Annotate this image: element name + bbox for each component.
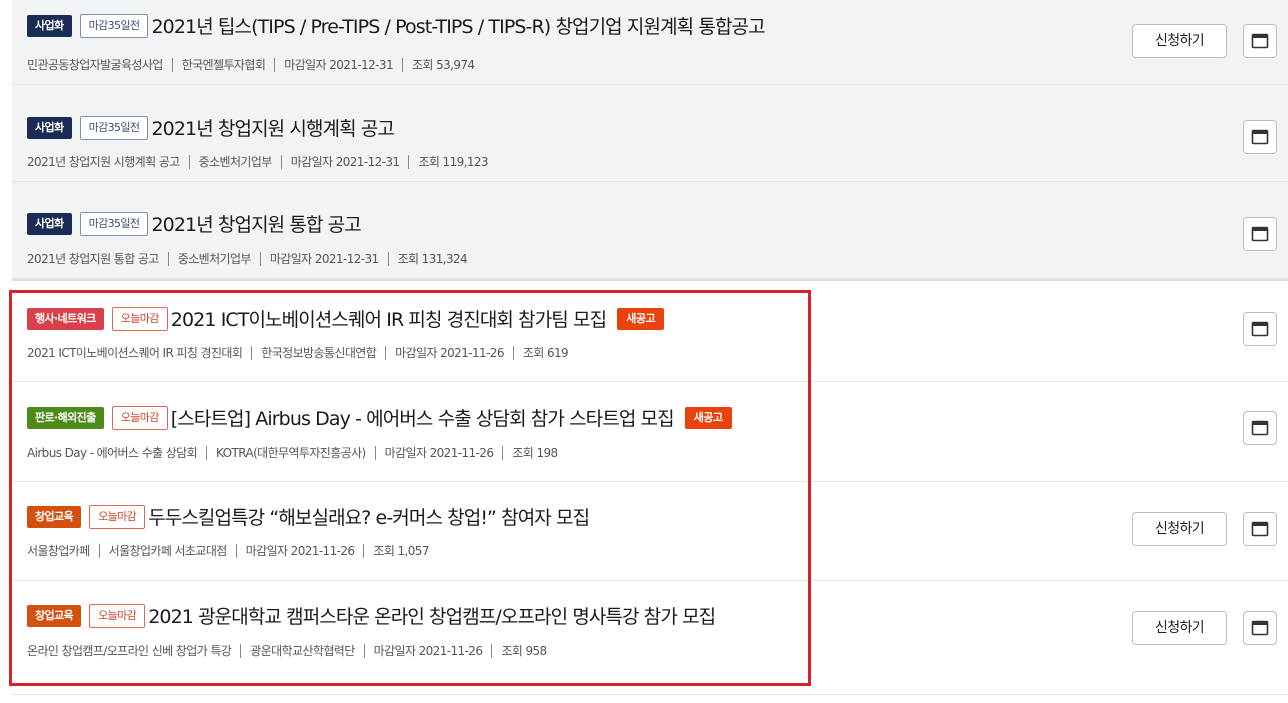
bookmark-window-icon — [1251, 321, 1269, 337]
meta-views: 조회 53,974 — [411, 58, 475, 72]
deadline-badge: 오늘마감 — [111, 306, 168, 331]
meta-divider — [385, 345, 387, 360]
meta-divider — [188, 154, 190, 169]
announcement-title[interactable]: 2021 광운대학교 캠퍼스타운 온라인 창업캠프/오프라인 명사특강 참가 모… — [148, 602, 716, 629]
apply-button[interactable]: 신청하기 — [1132, 611, 1227, 645]
deadline-badge: 오늘마감 — [111, 405, 168, 430]
meta-program: 서울창업카페 — [27, 544, 90, 558]
meta-deadline: 마감일자 2021-11-26 — [373, 644, 483, 658]
meta-divider — [251, 345, 253, 360]
bookmark-window-icon — [1251, 226, 1269, 242]
deadline-badge: 마감35일전 — [79, 13, 149, 38]
list-item[interactable]: 창업교육 오늘마감 2021 광운대학교 캠퍼스타운 온라인 창업캠프/오프라인… — [12, 581, 1288, 695]
meta-program: 2021 ICT이노베이션스퀘어 IR 피칭 경진대회 — [27, 346, 243, 360]
meta-organization: 한국엔젤투자협회 — [181, 58, 266, 72]
save-button[interactable] — [1243, 611, 1277, 645]
meta-deadline: 마감일자 2021-12-31 — [284, 58, 393, 72]
deadline-badge: 마감35일전 — [79, 115, 149, 140]
meta-divider — [274, 57, 276, 72]
meta-views: 조회 198 — [512, 446, 558, 460]
meta-divider — [171, 57, 173, 72]
meta-divider — [408, 154, 410, 169]
bookmark-window-icon — [1251, 33, 1269, 49]
apply-button[interactable]: 신청하기 — [1132, 512, 1227, 546]
meta-organization: 중소벤처기업부 — [198, 155, 273, 169]
meta-divider — [387, 251, 389, 266]
announcement-title[interactable]: 2021년 창업지원 시행계획 공고 — [151, 114, 394, 141]
meta-organization: 중소벤처기업부 — [177, 252, 252, 266]
category-tag: 사업화 — [27, 14, 72, 37]
announcement-title[interactable]: [스타트업] Airbus Day - 에어버스 수출 상담회 참가 스타트업 … — [171, 404, 675, 431]
meta-divider — [374, 445, 376, 460]
meta-divider — [206, 445, 208, 460]
category-tag: 창업교육 — [27, 505, 82, 528]
meta-program: Airbus Day - 에어버스 수출 상담회 — [27, 446, 198, 460]
deadline-badge: 오늘마감 — [89, 504, 146, 529]
meta-deadline: 마감일자 2021-11-26 — [395, 346, 504, 360]
announcement-title[interactable]: 2021년 팁스(TIPS / Pre-TIPS / Post-TIPS / T… — [151, 12, 765, 39]
announcement-title[interactable]: 두두스킬업특강 “해보실래요? e-커머스 창업!” 참여자 모집 — [148, 503, 590, 530]
meta-views: 조회 958 — [501, 644, 547, 658]
meta-deadline: 마감일자 2021-11-26 — [384, 446, 494, 460]
list-item[interactable]: 사업화 마감35일전 2021년 창업지원 시행계획 공고 2021년 창업지원… — [12, 85, 1288, 182]
meta-deadline: 마감일자 2021-12-31 — [269, 252, 379, 266]
meta-deadline: 마감일자 2021-12-31 — [290, 155, 400, 169]
meta-divider — [259, 251, 261, 266]
meta-divider — [98, 543, 100, 558]
new-badge: 새공고 — [617, 307, 665, 330]
meta-divider — [401, 57, 403, 72]
meta-organization: KOTRA(대한무역투자진흥공사) — [216, 446, 366, 460]
meta-divider — [512, 345, 514, 360]
meta-organization: 한국정보방송통신대연합 — [261, 346, 377, 360]
list-item[interactable]: 판로·해외진출 오늘마감 [스타트업] Airbus Day - 에어버스 수출… — [12, 382, 1288, 482]
category-tag: 사업화 — [27, 116, 72, 139]
list-item[interactable]: 행사·네트워크 오늘마감 2021 ICT이노베이션스퀘어 IR 피칭 경진대회… — [12, 281, 1288, 382]
save-button[interactable] — [1243, 512, 1277, 546]
bookmark-window-icon — [1251, 420, 1269, 436]
meta-divider — [502, 445, 504, 460]
meta-divider — [491, 643, 493, 658]
meta-views: 조회 131,324 — [397, 252, 468, 266]
meta-organization: 서울창업카페 서초교대점 — [108, 544, 228, 558]
category-tag: 판로·해외진출 — [27, 406, 104, 429]
announcement-title[interactable]: 2021 ICT이노베이션스퀘어 IR 피칭 경진대회 참가팀 모집 — [171, 305, 607, 332]
apply-button[interactable]: 신청하기 — [1132, 24, 1227, 58]
deadline-badge: 오늘마감 — [89, 603, 146, 628]
save-button[interactable] — [1243, 217, 1277, 251]
category-tag: 창업교육 — [27, 604, 82, 627]
meta-divider — [240, 643, 242, 658]
meta-divider — [235, 543, 237, 558]
meta-views: 조회 119,123 — [418, 155, 488, 169]
meta-divider — [363, 643, 365, 658]
meta-program: 2021년 창업지원 통합 공고 — [27, 252, 159, 266]
list-item[interactable]: 사업화 마감35일전 2021년 팁스(TIPS / Pre-TIPS / Po… — [12, 0, 1288, 85]
category-tag: 사업화 — [27, 212, 72, 235]
meta-program: 온라인 창업캠프/오프라인 신베 창업가 특강 — [27, 644, 232, 658]
list-item[interactable]: 창업교육 오늘마감 두두스킬업특강 “해보실래요? e-커머스 창업!” 참여자… — [12, 482, 1288, 581]
announcement-title[interactable]: 2021년 창업지원 통합 공고 — [151, 210, 361, 237]
category-tag: 행사·네트워크 — [27, 307, 104, 330]
meta-divider — [280, 154, 282, 169]
meta-program: 2021년 창업지원 시행계획 공고 — [27, 155, 180, 169]
meta-views: 조회 619 — [522, 346, 569, 360]
deadline-badge: 마감35일전 — [79, 211, 149, 236]
meta-divider — [167, 251, 169, 266]
list-item[interactable]: 사업화 마감35일전 2021년 창업지원 통합 공고 2021년 창업지원 통… — [12, 182, 1288, 279]
new-badge: 새공고 — [684, 406, 732, 429]
meta-organization: 광운대학교산학협력단 — [250, 644, 355, 658]
meta-views: 조회 1,057 — [373, 544, 429, 558]
save-button[interactable] — [1243, 411, 1277, 445]
meta-program: 민관공동창업자발굴육성사업 — [27, 58, 163, 72]
meta-deadline: 마감일자 2021-11-26 — [245, 544, 355, 558]
bookmark-window-icon — [1251, 129, 1269, 145]
meta-divider — [363, 543, 365, 558]
bookmark-window-icon — [1251, 620, 1269, 636]
save-button[interactable] — [1243, 24, 1277, 58]
save-button[interactable] — [1243, 120, 1277, 154]
bookmark-window-icon — [1251, 521, 1269, 537]
save-button[interactable] — [1243, 312, 1277, 346]
